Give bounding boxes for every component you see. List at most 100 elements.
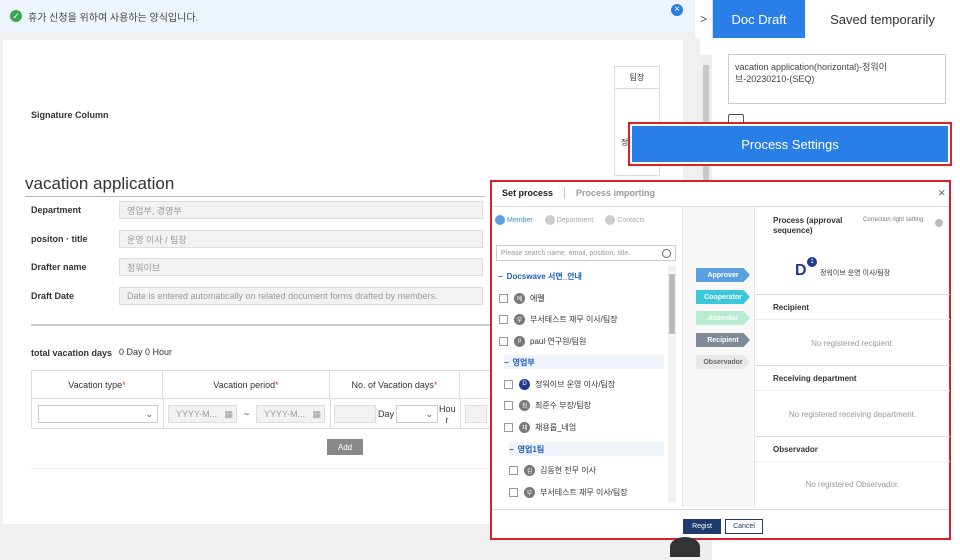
- field-label-department: Department: [31, 205, 82, 215]
- process-modal: Set process Process importing × Member D…: [490, 180, 951, 540]
- signature-label: Signature Column: [31, 110, 109, 120]
- correction-label: Correction right setting: [863, 217, 924, 223]
- position-input[interactable]: 운영 이사 / 팀장: [119, 230, 483, 248]
- calendar-icon: ▦: [312, 408, 321, 419]
- days-input[interactable]: [334, 405, 376, 423]
- header-vacation-type: Vacation type *: [32, 371, 163, 399]
- close-icon[interactable]: ×: [938, 185, 946, 200]
- check-icon: ✓: [10, 10, 22, 22]
- subtab-department[interactable]: Department: [544, 215, 593, 225]
- header-extra: [460, 371, 490, 399]
- role-recipient[interactable]: Recipient: [696, 333, 750, 347]
- search-input[interactable]: Please search name, email, position, tit…: [496, 245, 676, 261]
- avatar: 김: [524, 464, 535, 476]
- doc-title-field[interactable]: vacation application(horizontal)-정워이브-20…: [728, 54, 946, 104]
- tree-member[interactable]: 부 부서테스트 재무 이사/팀장: [509, 485, 628, 499]
- help-icon[interactable]: [935, 219, 943, 227]
- tree-scrollbar[interactable]: [668, 266, 676, 502]
- tree-group[interactable]: − 영업1팀: [509, 442, 664, 456]
- checkbox[interactable]: [509, 465, 518, 475]
- tree-group[interactable]: − Docswave 서면_안내: [498, 269, 582, 283]
- department-icon: [544, 215, 555, 225]
- role-column: Approver Cooperator Assentor Recipient O…: [683, 207, 753, 507]
- field-label-drafter: Drafter name: [31, 262, 87, 272]
- chevron-down-icon: ⌄: [425, 408, 433, 419]
- checkbox[interactable]: [499, 293, 508, 303]
- form-title: vacation application: [25, 174, 175, 193]
- checkbox[interactable]: [504, 379, 513, 389]
- title-divider: [25, 196, 485, 197]
- close-notice-icon[interactable]: ×: [671, 4, 683, 16]
- contacts-icon: [605, 215, 616, 225]
- process-title: Process (approval sequence): [773, 216, 843, 235]
- search-icon: [662, 248, 671, 258]
- tab-doc-draft[interactable]: Doc Draft: [713, 0, 805, 38]
- chevron-down-icon: ⌄: [145, 408, 153, 419]
- draft-date-input[interactable]: Date is entered automatically on related…: [119, 287, 483, 305]
- drafter-input[interactable]: 정워이브: [119, 258, 483, 276]
- observador-empty: No registered Observador.: [805, 480, 900, 489]
- department-input[interactable]: 영업부, 경영부: [119, 201, 483, 219]
- tree-group[interactable]: − 영업부: [504, 355, 664, 369]
- role-observador[interactable]: Observador: [696, 355, 750, 369]
- tab-process-importing[interactable]: Process importing: [576, 188, 655, 198]
- tree-member[interactable]: 부 부서테스트 재무 이사/팀장: [499, 312, 618, 326]
- subtab-member[interactable]: Member: [495, 215, 533, 225]
- checkbox[interactable]: [499, 314, 508, 324]
- cancel-button[interactable]: Cancel: [725, 519, 763, 534]
- period-start-input[interactable]: YYYY-M... ▦: [168, 405, 237, 423]
- help-fab-icon[interactable]: [670, 537, 700, 557]
- header-vacation-days: No. of Vacation days *: [330, 371, 460, 399]
- tab-saved-temporarily[interactable]: Saved temporarily: [805, 0, 960, 38]
- hour-select[interactable]: ⌄: [396, 405, 438, 423]
- collapse-panel-arrow[interactable]: >: [695, 0, 713, 38]
- regist-button[interactable]: Regist: [683, 519, 721, 534]
- role-cooperator[interactable]: Cooperator: [696, 290, 750, 304]
- notice-banner: ✓ 휴가 신청을 위하여 사용하는 양식입니다. ×: [0, 0, 695, 32]
- calendar-icon: ▦: [224, 408, 233, 419]
- section-divider: [31, 324, 491, 326]
- add-button[interactable]: Add: [327, 439, 363, 455]
- avatar: 채: [519, 421, 530, 433]
- approver-order-badge: 1: [807, 257, 817, 267]
- avatar: 부: [524, 486, 535, 498]
- doc-icon[interactable]: [728, 114, 744, 126]
- avatar: p: [514, 335, 525, 347]
- extra-input[interactable]: [465, 405, 487, 423]
- hour-label: Hou r: [439, 404, 456, 425]
- member-column: Member Department Contacts Please search…: [492, 207, 683, 507]
- tab-set-process[interactable]: Set process: [502, 188, 553, 198]
- member-icon: [495, 215, 505, 225]
- receiving-dept-empty: No registered receiving department.: [788, 410, 917, 419]
- period-end-input[interactable]: YYYY-M... ▦: [256, 405, 325, 423]
- recipient-title: Recipient: [773, 303, 810, 312]
- vacation-table: Vacation type * Vacation period * No. of V…: [31, 370, 491, 429]
- right-panel-tabs: > Doc Draft Saved temporarily: [695, 0, 960, 38]
- checkbox[interactable]: [504, 400, 513, 410]
- notice-text: 휴가 신청을 위하여 사용하는 양식입니다.: [28, 12, 199, 24]
- field-label-draft-date: Draft Date: [31, 291, 75, 301]
- approver-role-2: 정: [621, 138, 629, 147]
- tree-member[interactable]: D 정워이브 운영 이사/팀장: [504, 377, 615, 391]
- vacation-type-select[interactable]: ⌄: [38, 405, 158, 423]
- checkbox[interactable]: [509, 487, 518, 497]
- tree-member[interactable]: 김 김동현 전무 이사: [509, 463, 596, 477]
- avatar: D: [519, 378, 530, 390]
- subtab-contacts[interactable]: Contacts: [605, 215, 645, 225]
- approver-name: 정워이브 운영 이사/팀장: [820, 270, 891, 277]
- role-assentor[interactable]: Assentor: [696, 311, 750, 325]
- tree-member[interactable]: p paul 연구원/팀원: [499, 334, 586, 348]
- member-tree: − Docswave 서면_안내 에 에펠 부 부서테스트 재무 이사/팀장 p pau…: [492, 266, 667, 502]
- checkbox[interactable]: [504, 422, 513, 432]
- observador-title: Observador: [773, 445, 818, 454]
- recipient-empty: No registered recipient.: [811, 339, 894, 348]
- tree-member[interactable]: 최 최준수 부장/팀장: [504, 398, 591, 412]
- checkbox[interactable]: [499, 336, 508, 346]
- process-settings-button[interactable]: Process Settings: [632, 126, 948, 162]
- role-approver[interactable]: Approver: [696, 268, 750, 282]
- avatar: 부: [514, 313, 525, 325]
- tree-member[interactable]: 에 에펠: [499, 291, 545, 305]
- period-separator: ~: [244, 409, 250, 419]
- process-column: Process (approval sequence) Correction r…: [754, 207, 950, 507]
- tree-member[interactable]: 채 채용룹_네엄: [504, 420, 576, 434]
